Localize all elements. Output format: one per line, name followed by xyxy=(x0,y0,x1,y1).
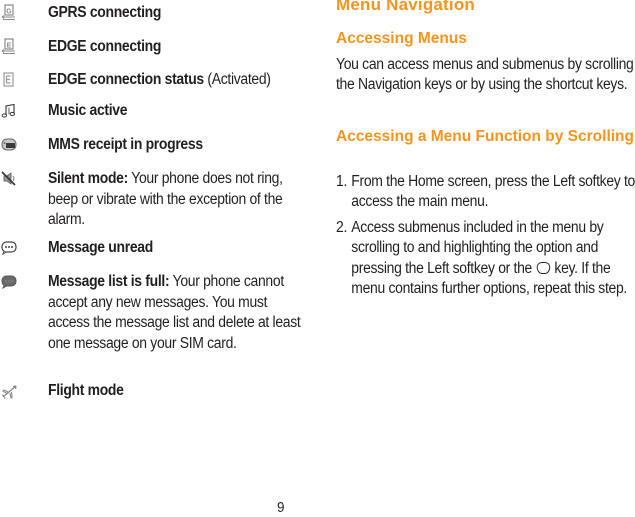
step-text: From the Home screen, press the Left sof… xyxy=(351,173,635,211)
step-2: 2. Access submenus included in the menu … xyxy=(336,218,635,299)
status-label: Message unread xyxy=(48,239,153,256)
step-1: 1. From the Home screen, press the Left … xyxy=(336,172,635,213)
status-label: EDGE connection status (Activated) xyxy=(48,71,271,88)
step-number: 2. xyxy=(336,219,348,236)
manual-page: G GPRS connecting E EDGE connecting EDGE… xyxy=(0,0,635,516)
step-number: 1. xyxy=(336,173,348,190)
status-label: Flight mode xyxy=(48,382,124,399)
svg-text:G: G xyxy=(6,9,12,16)
silent-mode-icon xyxy=(1,171,17,187)
music-active-icon xyxy=(1,103,17,119)
message-unread-icon xyxy=(1,241,17,257)
edge-connecting-icon: E xyxy=(1,38,17,54)
status-label: Message list is full: Your phone cannot … xyxy=(48,273,301,352)
step-text: Access submenus included in the menu by … xyxy=(351,219,627,297)
status-label: Music active xyxy=(48,102,128,119)
page-number: 9 xyxy=(277,499,285,516)
subsection-heading-menu-function: Accessing a Menu Function by Scrolling xyxy=(336,128,634,145)
status-label: MMS receipt in progress xyxy=(48,136,203,153)
edge-status-icon xyxy=(1,72,17,88)
subsection-heading-accessing-menus: Accessing Menus xyxy=(336,30,467,47)
gprs-connecting-icon: G xyxy=(1,4,17,20)
status-label: GPRS connecting xyxy=(48,4,162,21)
status-label: Silent mode: Your phone does not ring, b… xyxy=(48,170,283,228)
ok-key-icon xyxy=(536,261,550,274)
section-title: Menu Navigation xyxy=(336,0,476,14)
flight-mode-icon xyxy=(1,384,17,400)
mms-receipt-icon xyxy=(1,138,17,154)
status-label: EDGE connecting xyxy=(48,38,162,55)
svg-text:E: E xyxy=(7,43,12,50)
message-list-full-icon xyxy=(1,275,17,291)
accessing-menus-text: You can access menus and submenus by scr… xyxy=(336,56,634,94)
